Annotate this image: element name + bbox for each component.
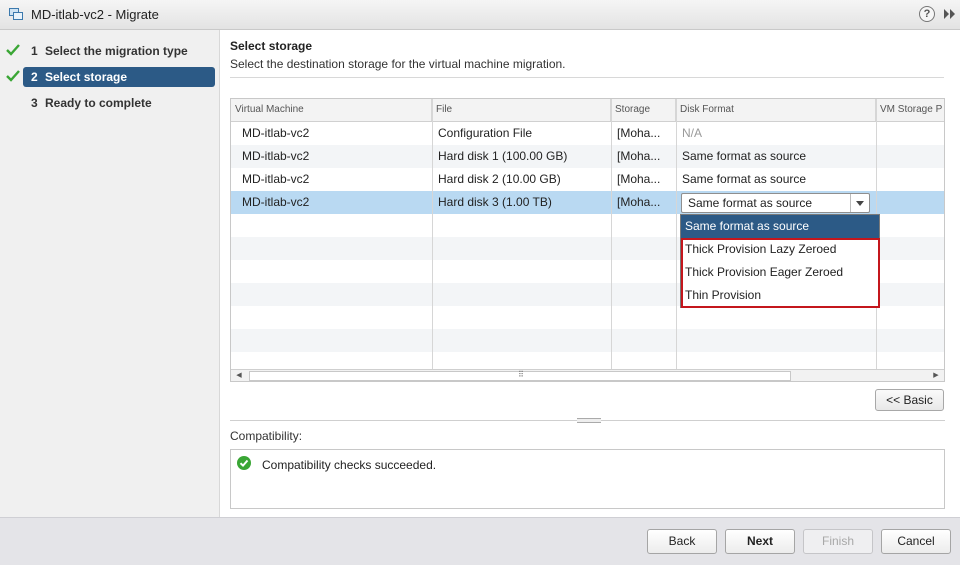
cell-storage: [Moha...: [617, 149, 661, 163]
divider: [230, 77, 944, 78]
check-icon: [6, 70, 20, 82]
back-button[interactable]: Back: [647, 529, 717, 554]
cell-file: Hard disk 3 (1.00 TB): [438, 195, 552, 209]
scroll-right-icon[interactable]: ▶: [930, 371, 942, 381]
table-row[interactable]: MD-itlab-vc2 Hard disk 1 (100.00 GB) [Mo…: [231, 145, 944, 168]
wizard-footer: Back Next Finish Cancel: [0, 517, 960, 565]
column-header-vm-storage-policy[interactable]: VM Storage P: [876, 99, 944, 121]
chevron-down-icon: [856, 201, 864, 206]
scrollbar-thumb[interactable]: ⠿: [249, 370, 791, 381]
expand-panel-icon[interactable]: [941, 6, 957, 22]
step-label: Ready to complete: [45, 96, 152, 110]
dropdown-button[interactable]: [850, 194, 869, 212]
column-header-disk-format[interactable]: Disk Format: [676, 99, 876, 121]
compatibility-panel: Compatibility checks succeeded.: [230, 449, 945, 509]
page-description: Select the destination storage for the v…: [230, 57, 566, 71]
cell-disk-format: Same format as source: [682, 149, 807, 163]
cell-file: Hard disk 1 (100.00 GB): [438, 149, 568, 163]
disk-format-combobox[interactable]: Same format as source: [681, 193, 870, 213]
check-icon: [6, 44, 20, 56]
splitter-grip-icon[interactable]: [577, 418, 601, 423]
table-row-stripe: [231, 329, 944, 352]
cell-storage: [Moha...: [617, 172, 661, 186]
column-divider: [432, 99, 433, 369]
step-select-migration-type[interactable]: 1 Select the migration type: [0, 41, 220, 61]
finish-button[interactable]: Finish: [803, 529, 873, 554]
cell-disk-format: N/A: [682, 126, 703, 140]
grip-icon: ⠿: [518, 370, 524, 379]
cell-vm: MD-itlab-vc2: [242, 126, 310, 140]
option-same-format-as-source[interactable]: Same format as source: [681, 215, 879, 238]
cell-storage: [Moha...: [617, 126, 661, 140]
next-button[interactable]: Next: [725, 529, 795, 554]
column-header-storage[interactable]: Storage: [611, 99, 676, 121]
cell-disk-format: Same format as source: [682, 172, 807, 186]
cell-vm: MD-itlab-vc2: [242, 172, 310, 186]
step-number: 1: [31, 44, 38, 58]
basic-button[interactable]: << Basic: [875, 389, 944, 411]
table-row[interactable]: MD-itlab-vc2 Hard disk 2 (10.00 GB) [Moh…: [231, 168, 944, 191]
grid-header: Virtual Machine File Storage Disk Format…: [231, 99, 944, 122]
cell-file: Hard disk 2 (10.00 GB): [438, 172, 561, 186]
cell-vm: MD-itlab-vc2: [242, 195, 310, 209]
window-titlebar: MD-itlab-vc2 - Migrate ?: [0, 0, 960, 30]
cell-vm: MD-itlab-vc2: [242, 149, 310, 163]
step-label: Select storage: [45, 70, 128, 84]
vm-icon: [9, 8, 23, 20]
help-icon[interactable]: ?: [919, 6, 935, 22]
cancel-button[interactable]: Cancel: [881, 529, 951, 554]
column-divider: [676, 99, 677, 369]
table-row-selected[interactable]: MD-itlab-vc2 Hard disk 3 (1.00 TB) [Moha…: [231, 191, 944, 214]
annotation-highlight-box: [681, 238, 880, 308]
column-divider: [611, 99, 612, 369]
page-title: Select storage: [230, 39, 313, 53]
success-check-icon: [237, 456, 251, 470]
disk-format-value: Same format as source: [688, 196, 813, 210]
wizard-steps-sidebar: 1 Select the migration type 2 Select sto…: [0, 30, 220, 517]
step-number: 2: [31, 70, 38, 84]
step-select-storage[interactable]: 2 Select storage: [0, 67, 220, 87]
table-row[interactable]: MD-itlab-vc2 Configuration File [Moha...…: [231, 122, 944, 145]
cell-file: Configuration File: [438, 126, 533, 140]
step-label: Select the migration type: [45, 44, 188, 58]
column-header-file[interactable]: File: [432, 99, 611, 121]
horizontal-scrollbar[interactable]: ◀ ⠿ ▶: [231, 369, 944, 381]
cell-storage: [Moha...: [617, 195, 661, 209]
compatibility-label: Compatibility:: [230, 429, 303, 443]
step-ready-to-complete[interactable]: 3 Ready to complete: [0, 93, 220, 113]
window-title: MD-itlab-vc2 - Migrate: [31, 7, 159, 22]
column-header-virtual-machine[interactable]: Virtual Machine: [231, 99, 432, 121]
scroll-left-icon[interactable]: ◀: [233, 371, 245, 381]
compatibility-message: Compatibility checks succeeded.: [262, 458, 437, 472]
step-number: 3: [31, 96, 38, 110]
